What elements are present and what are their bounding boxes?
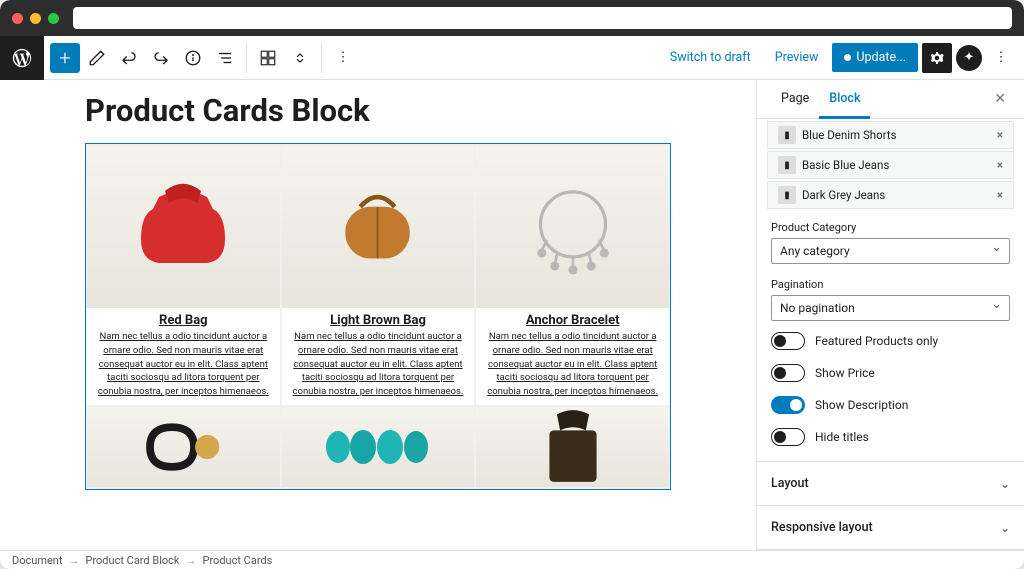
arrow-icon: → <box>186 554 197 567</box>
product-description: Nam nec tellus a odio tincidunt auctor a… <box>282 330 475 405</box>
switch-draft-link[interactable]: Switch to draft <box>660 44 761 71</box>
featured-label: Featured Products only <box>815 334 938 348</box>
update-button[interactable]: Update... <box>832 43 918 72</box>
window-minimize-icon[interactable] <box>30 13 41 24</box>
window-close-icon[interactable] <box>12 13 23 24</box>
window-maximize-icon[interactable] <box>48 13 59 24</box>
product-image <box>87 146 280 308</box>
product-image <box>476 407 669 487</box>
more-icon[interactable]: ⋮ <box>328 43 358 73</box>
category-select[interactable]: Any category <box>771 238 1010 264</box>
tab-block[interactable]: Block <box>819 80 870 118</box>
undo-icon[interactable] <box>114 43 144 73</box>
remove-chip-icon[interactable]: × <box>997 128 1003 142</box>
grid-icon[interactable] <box>253 43 283 73</box>
chip-swatch-icon: ▮ <box>778 156 796 174</box>
product-description: Nam nec tellus a odio tincidunt auctor a… <box>87 330 280 405</box>
featured-toggle[interactable] <box>771 332 805 350</box>
redo-icon[interactable] <box>146 43 176 73</box>
chip-label: Dark Grey Jeans <box>802 188 885 202</box>
url-bar[interactable] <box>73 7 1012 29</box>
options-icon[interactable]: ⋮ <box>986 43 1016 73</box>
outline-icon[interactable] <box>210 43 240 73</box>
chip-label: Blue Denim Shorts <box>802 128 897 142</box>
arrow-icon: → <box>68 554 79 567</box>
product-card[interactable] <box>87 407 280 487</box>
settings-icon[interactable] <box>922 43 952 73</box>
product-cards-block[interactable]: Red Bag Nam nec tellus a odio tincidunt … <box>85 143 671 490</box>
product-description: Nam nec tellus a odio tincidunt auctor a… <box>476 330 669 405</box>
price-label: Show Price <box>815 366 875 380</box>
product-card[interactable] <box>282 407 475 487</box>
selected-product-chip[interactable]: ▮ Basic Blue Jeans × <box>767 151 1014 179</box>
settings-sidebar: Page Block ✕ ▮ Blue Denim Shorts × ▮ Bas… <box>756 80 1024 550</box>
page-title[interactable]: Product Cards Block <box>85 92 671 129</box>
breadcrumb-item[interactable]: Document <box>12 554 62 567</box>
hide-titles-label: Hide titles <box>815 430 869 444</box>
selected-product-chip[interactable]: ▮ Blue Denim Shorts × <box>767 121 1014 149</box>
close-sidebar-icon[interactable]: ✕ <box>990 80 1010 118</box>
product-image <box>282 407 475 487</box>
description-toggle[interactable] <box>771 396 805 414</box>
product-image <box>87 407 280 487</box>
chevron-down-icon: ⌄ <box>1000 521 1010 535</box>
editor-toolbar: + ⋮ Switch to draft Preview Update... ✦ … <box>0 36 1024 80</box>
breadcrumb-item[interactable]: Product Cards <box>203 554 273 567</box>
product-image <box>282 146 475 308</box>
remove-chip-icon[interactable]: × <box>997 158 1003 172</box>
description-label: Show Description <box>815 398 908 412</box>
breadcrumb-item[interactable]: Product Card Block <box>85 554 179 567</box>
edit-icon[interactable] <box>82 43 112 73</box>
pagination-label: Pagination <box>771 278 1010 291</box>
accordion-typography[interactable]: Typography⌄ <box>757 549 1024 550</box>
chip-swatch-icon: ▮ <box>778 186 796 204</box>
chip-label: Basic Blue Jeans <box>802 158 889 172</box>
product-image <box>476 146 669 308</box>
remove-chip-icon[interactable]: × <box>997 188 1003 202</box>
price-toggle[interactable] <box>771 364 805 382</box>
chevron-down-icon: ⌄ <box>1000 477 1010 491</box>
editor-canvas[interactable]: Product Cards Block Red Bag Nam nec tell… <box>0 80 756 550</box>
hide-titles-toggle[interactable] <box>771 428 805 446</box>
product-card[interactable]: Anchor Bracelet Nam nec tellus a odio ti… <box>476 146 669 405</box>
product-card[interactable] <box>476 407 669 487</box>
browser-chrome <box>0 0 1024 36</box>
product-card[interactable]: Light Brown Bag Nam nec tellus a odio ti… <box>282 146 475 405</box>
arrows-icon[interactable] <box>285 43 315 73</box>
breadcrumb: Document → Product Card Block → Product … <box>0 550 1024 569</box>
selected-product-chip[interactable]: ▮ Dark Grey Jeans × <box>767 181 1014 209</box>
add-block-button[interactable]: + <box>50 43 80 73</box>
plugin-icon[interactable]: ✦ <box>956 45 982 71</box>
tab-page[interactable]: Page <box>771 80 819 118</box>
pagination-select[interactable]: No pagination <box>771 295 1010 321</box>
product-title: Red Bag <box>87 308 280 330</box>
accordion-responsive[interactable]: Responsive layout⌄ <box>757 505 1024 549</box>
category-label: Product Category <box>771 221 1010 234</box>
product-title: Anchor Bracelet <box>476 308 669 330</box>
accordion-layout[interactable]: Layout⌄ <box>757 461 1024 505</box>
preview-link[interactable]: Preview <box>765 44 829 71</box>
wordpress-logo[interactable] <box>0 36 44 80</box>
info-icon[interactable] <box>178 43 208 73</box>
chip-swatch-icon: ▮ <box>778 126 796 144</box>
product-title: Light Brown Bag <box>282 308 475 330</box>
product-card[interactable]: Red Bag Nam nec tellus a odio tincidunt … <box>87 146 280 405</box>
